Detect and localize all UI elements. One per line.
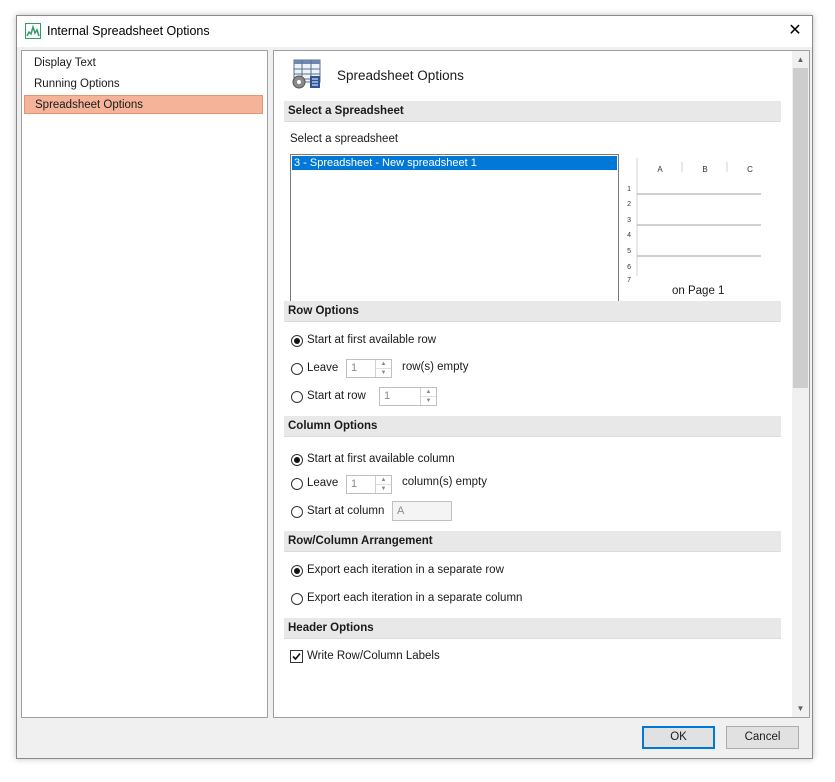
row-first-label: Start at first available row bbox=[307, 334, 437, 346]
row-leave-value: 1 bbox=[351, 362, 358, 374]
preview-row-6: 6 bbox=[627, 264, 631, 271]
dialog-window: Internal Spreadsheet Options ✕ Display T… bbox=[16, 15, 813, 759]
nav-item-running-options[interactable]: Running Options bbox=[24, 75, 263, 94]
column-start-value: A bbox=[397, 505, 405, 517]
column-start-radio[interactable] bbox=[291, 506, 303, 518]
spin-down-icon[interactable]: ▼ bbox=[376, 485, 391, 493]
spin-buttons: ▲ ▼ bbox=[375, 476, 391, 493]
spin-down-icon[interactable]: ▼ bbox=[376, 369, 391, 377]
scroll-up-icon[interactable]: ▲ bbox=[792, 51, 809, 68]
nav-item-spreadsheet-options[interactable]: Spreadsheet Options bbox=[24, 95, 263, 114]
arrangement-column-radio[interactable] bbox=[291, 593, 303, 605]
section-row-options: Row Options bbox=[284, 301, 781, 322]
row-start-radio[interactable] bbox=[291, 391, 303, 403]
list-item[interactable]: 3 - Spreadsheet - New spreadsheet 1 bbox=[292, 156, 617, 170]
spin-up-icon[interactable]: ▲ bbox=[376, 360, 391, 369]
preview-row-4: 4 bbox=[627, 232, 631, 239]
spin-buttons: ▲ ▼ bbox=[375, 360, 391, 377]
preview-col-c: C bbox=[747, 165, 753, 174]
preview-row-3: 3 bbox=[627, 217, 631, 224]
column-first-label: Start at first available column bbox=[307, 453, 455, 465]
preview-row-7: 7 bbox=[627, 277, 631, 282]
column-first-radio[interactable] bbox=[291, 454, 303, 466]
spreadsheet-settings-icon bbox=[292, 59, 321, 89]
preview-col-a: A bbox=[657, 165, 663, 174]
section-header-options: Header Options bbox=[284, 618, 781, 639]
row-start-label: Start at row bbox=[307, 390, 366, 402]
app-icon bbox=[25, 23, 41, 39]
scrollbar-thumb[interactable] bbox=[793, 68, 808, 388]
arrangement-column-label: Export each iteration in a separate colu… bbox=[307, 592, 523, 604]
row-start-stepper[interactable]: 1 ▲ ▼ bbox=[379, 387, 437, 406]
column-start-field[interactable]: A bbox=[392, 501, 452, 521]
checkmark-icon bbox=[292, 652, 301, 661]
row-first-radio[interactable] bbox=[291, 335, 303, 347]
column-leave-stepper[interactable]: 1 ▲ ▼ bbox=[346, 475, 392, 494]
spin-up-icon[interactable]: ▲ bbox=[376, 476, 391, 485]
spin-down-icon[interactable]: ▼ bbox=[421, 397, 436, 405]
row-leave-stepper[interactable]: 1 ▲ ▼ bbox=[346, 359, 392, 378]
options-nav: Display Text Running Options Spreadsheet… bbox=[21, 50, 268, 718]
column-leave-suffix: column(s) empty bbox=[402, 476, 487, 488]
column-start-label: Start at column bbox=[307, 505, 385, 517]
column-leave-radio[interactable] bbox=[291, 478, 303, 490]
write-labels-label: Write Row/Column Labels bbox=[307, 650, 440, 662]
preview-caption: on Page 1 bbox=[672, 285, 725, 297]
row-leave-radio[interactable] bbox=[291, 363, 303, 375]
row-leave-label: Leave bbox=[307, 362, 339, 374]
write-labels-checkbox[interactable] bbox=[290, 650, 303, 663]
section-arrangement: Row/Column Arrangement bbox=[284, 531, 781, 552]
panel-scrollbar[interactable]: ▲ ▼ bbox=[792, 51, 809, 717]
scroll-down-icon[interactable]: ▼ bbox=[792, 700, 809, 717]
panel-title: Spreadsheet Options bbox=[337, 68, 464, 83]
section-column-options: Column Options bbox=[284, 416, 781, 437]
window-title: Internal Spreadsheet Options bbox=[47, 24, 210, 38]
cancel-button[interactable]: Cancel bbox=[726, 726, 799, 749]
preview-col-b: B bbox=[702, 165, 707, 174]
preview-row-1: 1 bbox=[627, 186, 631, 193]
spin-buttons: ▲ ▼ bbox=[420, 388, 436, 405]
column-leave-label: Leave bbox=[307, 477, 339, 489]
close-icon[interactable]: ✕ bbox=[780, 16, 810, 46]
row-leave-suffix: row(s) empty bbox=[402, 361, 469, 373]
nav-item-display-text[interactable]: Display Text bbox=[24, 54, 263, 73]
select-spreadsheet-label: Select a spreadsheet bbox=[290, 133, 399, 145]
spreadsheet-list[interactable]: 3 - Spreadsheet - New spreadsheet 1 bbox=[290, 154, 619, 302]
arrangement-row-radio[interactable] bbox=[291, 565, 303, 577]
arrangement-row-label: Export each iteration in a separate row bbox=[307, 564, 504, 576]
preview-row-5: 5 bbox=[627, 248, 631, 255]
spreadsheet-preview: A B C 1 2 3 4 5 6 7 bbox=[627, 158, 761, 282]
options-panel: Spreadsheet Options Select a Spreadsheet… bbox=[273, 50, 810, 718]
ok-button[interactable]: OK bbox=[642, 726, 715, 749]
preview-row-2: 2 bbox=[627, 201, 631, 208]
title-bar: Internal Spreadsheet Options ✕ bbox=[17, 16, 812, 47]
column-leave-value: 1 bbox=[351, 478, 358, 490]
section-select-spreadsheet: Select a Spreadsheet bbox=[284, 101, 781, 122]
spin-up-icon[interactable]: ▲ bbox=[421, 388, 436, 397]
row-start-value: 1 bbox=[384, 390, 391, 402]
